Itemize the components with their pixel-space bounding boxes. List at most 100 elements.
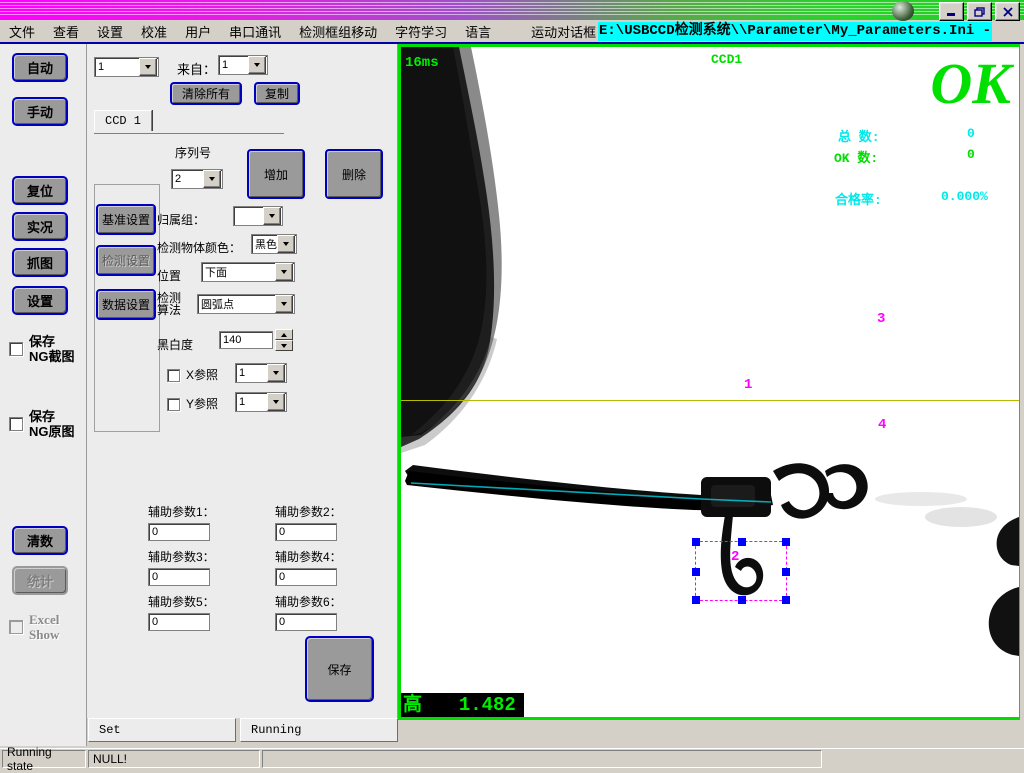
x-reference-checkbox[interactable] — [167, 369, 180, 382]
settings-button[interactable]: 设置 — [12, 286, 68, 315]
camera-view[interactable]: 16ms CCD1 OK 总 数: 0 OK 数: 0 合格率: 0.000% … — [398, 44, 1022, 720]
chevron-down-icon[interactable] — [139, 58, 157, 76]
aux-param-1-input[interactable]: 0 — [148, 523, 210, 541]
maximize-button[interactable] — [967, 2, 992, 21]
x-reference-label: X参照 — [186, 368, 218, 383]
clear-count-button[interactable]: 清数 — [12, 526, 68, 555]
tab-running[interactable]: Running — [240, 718, 398, 742]
detection-marker-3[interactable]: 3 — [877, 311, 885, 327]
menu-item-calibration[interactable]: 校准 — [132, 20, 176, 43]
spinner-up-button[interactable] — [275, 329, 293, 340]
object-color-combo[interactable]: 黑色 — [251, 234, 297, 254]
manual-button[interactable]: 手动 — [12, 97, 68, 126]
menu-item-motion-dialog[interactable]: 运动对话框 — [522, 20, 605, 43]
add-button[interactable]: 增加 — [247, 149, 305, 199]
save-ng-screenshot-checkbox-row[interactable]: 保存 NG截图 — [9, 334, 85, 364]
copy-button[interactable]: 复制 — [254, 82, 300, 105]
detection-marker-4[interactable]: 4 — [878, 417, 886, 433]
from-combo[interactable]: 1 — [218, 55, 268, 75]
save-ng-original-checkbox-row[interactable]: 保存 NG原图 — [9, 409, 85, 439]
menu-item-settings[interactable]: 设置 — [88, 20, 132, 43]
menu-item-language[interactable]: 语言 — [456, 20, 500, 43]
aux-param-4-input[interactable]: 0 — [275, 568, 337, 586]
chevron-down-icon[interactable] — [267, 364, 285, 382]
y-reference-checkbox-row[interactable]: Y参照 — [167, 397, 218, 412]
menu-item-user[interactable]: 用户 — [176, 20, 220, 43]
resize-handle-e[interactable] — [782, 568, 790, 576]
bw-threshold-spinner[interactable] — [275, 329, 293, 351]
tab-ccd-1[interactable]: CCD 1 — [94, 110, 152, 131]
excel-show-checkbox — [9, 620, 23, 634]
ccd-tab-strip: CCD 1 — [94, 110, 284, 134]
live-view-button[interactable]: 实况 — [12, 212, 68, 241]
save-ng-screenshot-checkbox[interactable] — [9, 342, 23, 356]
menu-item-file[interactable]: 文件 — [0, 20, 44, 43]
algorithm-combo[interactable]: 圆弧点 — [197, 294, 295, 314]
aux-param-3-input[interactable]: 0 — [148, 568, 210, 586]
resize-handle-n[interactable] — [738, 538, 746, 546]
status-bar: Running state NULL! — [0, 748, 1024, 769]
y-reference-label: Y参照 — [186, 397, 218, 412]
group-label: 归属组： — [157, 211, 205, 228]
window-controls — [939, 2, 1020, 19]
data-settings-button[interactable]: 数据设置 — [96, 289, 156, 320]
y-reference-checkbox[interactable] — [167, 398, 180, 411]
detection-settings-button[interactable]: 检测设置 — [96, 245, 156, 276]
pass-rate-label: 合格率: — [835, 189, 882, 208]
chevron-down-icon[interactable] — [275, 295, 293, 313]
capture-button[interactable]: 抓图 — [12, 248, 68, 277]
detection-selection-box[interactable] — [695, 541, 787, 601]
ok-count-value: 0 — [967, 147, 975, 162]
chevron-down-icon[interactable] — [277, 235, 295, 253]
save-ng-screenshot-label: 保存 NG截图 — [29, 334, 75, 364]
save-button[interactable]: 保存 — [305, 636, 374, 702]
x-reference-checkbox-row[interactable]: X参照 — [167, 368, 218, 383]
title-stripe — [0, 5, 1024, 6]
spinner-down-button[interactable] — [275, 340, 293, 351]
position-combo[interactable]: 下面 — [201, 262, 295, 282]
minimize-button[interactable] — [939, 2, 964, 21]
menu-item-box-group-move[interactable]: 检测框组移动 — [290, 20, 386, 43]
menu-item-char-learning[interactable]: 字符学习 — [386, 20, 456, 43]
chevron-down-icon[interactable] — [203, 170, 221, 188]
auto-button[interactable]: 自动 — [12, 53, 68, 82]
delete-button[interactable]: 删除 — [325, 149, 383, 199]
chevron-down-icon[interactable] — [267, 393, 285, 411]
serial-number-label: 序列号 — [175, 144, 211, 161]
title-stripe — [0, 14, 1024, 15]
save-ng-original-checkbox[interactable] — [9, 417, 23, 431]
title-stripe — [0, 8, 1024, 9]
clear-all-button[interactable]: 清除所有 — [170, 82, 242, 105]
chevron-down-icon[interactable] — [263, 207, 281, 225]
reset-button[interactable]: 复位 — [12, 176, 68, 205]
aux-param-3-label: 辅助参数3： — [148, 548, 215, 565]
resize-handle-w[interactable] — [692, 568, 700, 576]
serial-number-combo[interactable]: 2 — [171, 169, 223, 189]
resize-handle-nw[interactable] — [692, 538, 700, 546]
tab-set[interactable]: Set — [88, 718, 236, 742]
y-reference-value: 1 — [236, 396, 267, 408]
aux-param-2-input[interactable]: 0 — [275, 523, 337, 541]
close-button[interactable] — [995, 2, 1020, 21]
menu-item-serial-comm[interactable]: 串口通讯 — [220, 20, 290, 43]
bw-threshold-input[interactable]: 140 — [219, 331, 273, 349]
baseline-settings-button[interactable]: 基准设置 — [96, 204, 156, 235]
resize-handle-se[interactable] — [782, 596, 790, 604]
menu-item-view[interactable]: 查看 — [44, 20, 88, 43]
group-combo[interactable] — [233, 206, 283, 226]
resize-handle-s[interactable] — [738, 596, 746, 604]
aux-param-6-input[interactable]: 0 — [275, 613, 337, 631]
resize-handle-ne[interactable] — [782, 538, 790, 546]
resize-handle-sw[interactable] — [692, 596, 700, 604]
aux-param-5-input[interactable]: 0 — [148, 613, 210, 631]
total-count-label: 总 数: — [838, 126, 880, 145]
chevron-down-icon[interactable] — [248, 56, 266, 74]
bw-threshold-label: 黑白度 — [157, 336, 193, 353]
x-reference-combo[interactable]: 1 — [235, 363, 287, 383]
y-reference-combo[interactable]: 1 — [235, 392, 287, 412]
index-combo[interactable]: 1 — [94, 57, 159, 77]
status-extra-cell — [262, 750, 822, 768]
detection-marker-1[interactable]: 1 — [744, 377, 752, 393]
chevron-down-icon[interactable] — [275, 263, 293, 281]
total-count-value: 0 — [967, 126, 975, 141]
